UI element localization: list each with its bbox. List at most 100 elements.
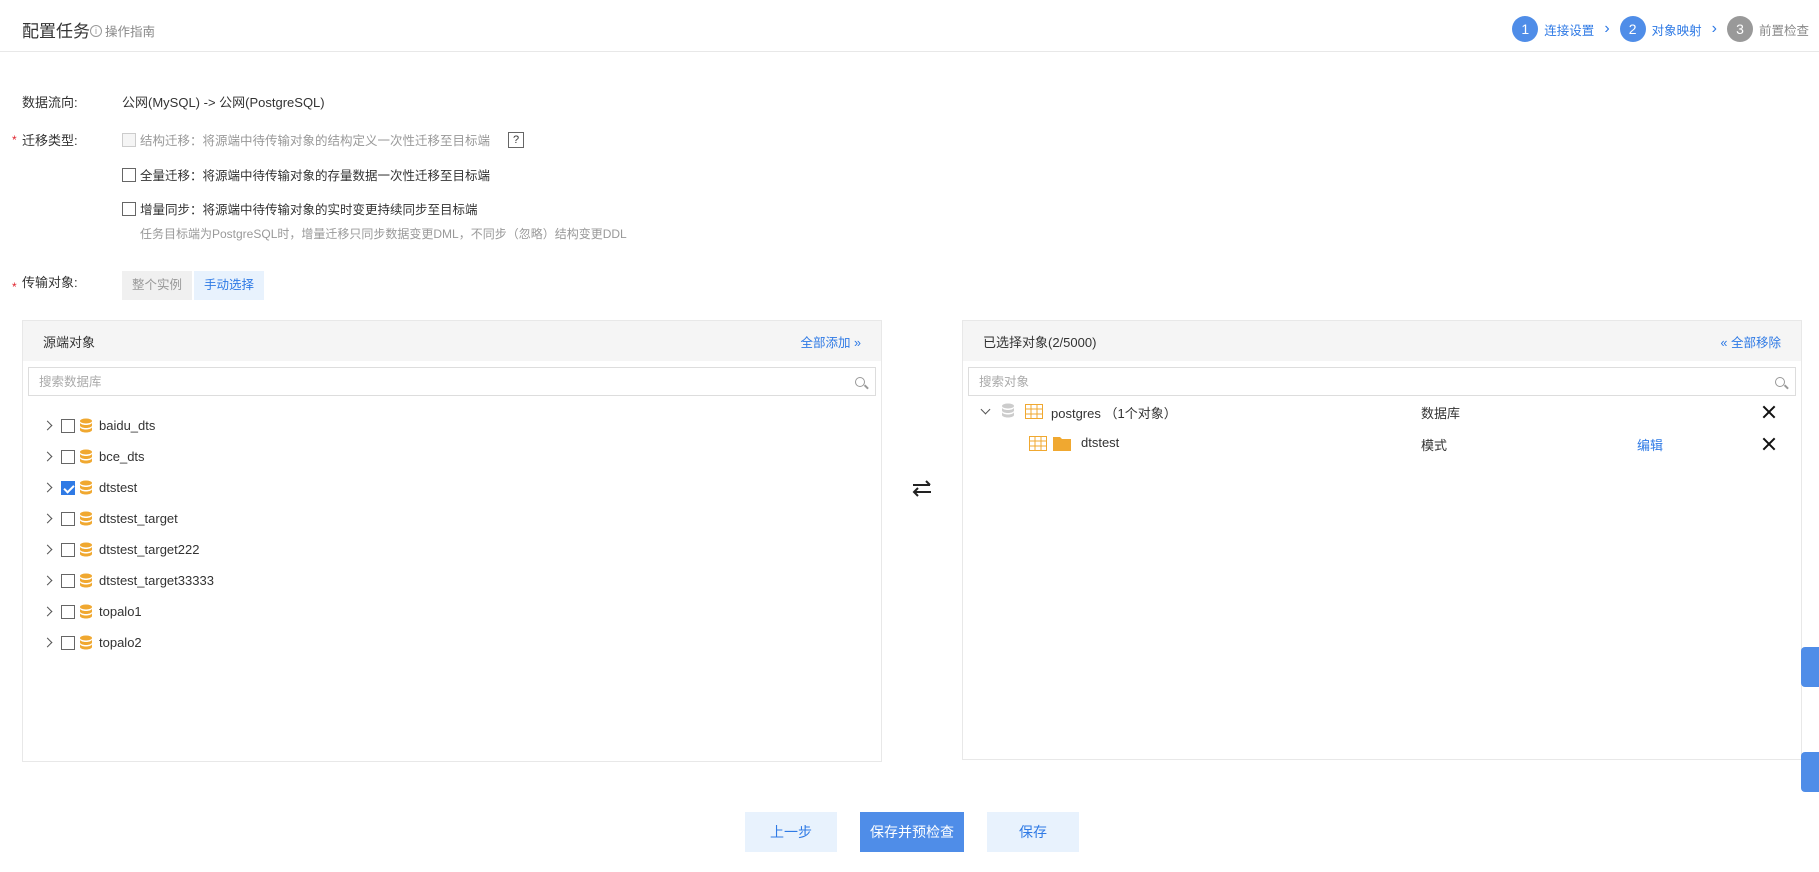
tree-item[interactable]: dtstest_target33333 bbox=[23, 565, 881, 596]
edit-link[interactable]: 编辑 bbox=[1637, 435, 1663, 454]
item-checkbox[interactable] bbox=[61, 635, 75, 650]
tree-item[interactable]: bce_dts bbox=[23, 441, 881, 472]
option-full[interactable]: 全量迁移：将源端中待传输对象的存量数据一次性迁移至目标端 bbox=[122, 165, 490, 184]
remove-all-button[interactable]: « 全部移除 bbox=[1721, 332, 1781, 351]
page-title: 配置任务 bbox=[22, 22, 90, 41]
search-icon[interactable] bbox=[1775, 376, 1785, 387]
info-icon: i bbox=[90, 24, 102, 37]
table-icon bbox=[1029, 436, 1047, 454]
feedback-side-tab[interactable] bbox=[1801, 647, 1819, 687]
chevron-right-icon: › bbox=[1711, 20, 1717, 37]
tree-item[interactable]: topalo1 bbox=[23, 596, 881, 627]
structure-checkbox bbox=[122, 132, 136, 147]
step-connection[interactable]: 1 连接设置 bbox=[1512, 16, 1594, 42]
mode-whole-instance[interactable]: 整个实例 bbox=[122, 271, 193, 300]
item-checkbox[interactable] bbox=[61, 480, 75, 495]
database-icon bbox=[79, 511, 93, 527]
object-mode-selector: 整个实例 手动选择 bbox=[122, 271, 265, 300]
item-name: dtstest_target bbox=[99, 511, 178, 526]
item-name: topalo1 bbox=[99, 604, 142, 619]
step-label: 连接设置 bbox=[1544, 23, 1595, 38]
incremental-checkbox[interactable] bbox=[122, 201, 136, 216]
search-icon[interactable] bbox=[855, 376, 865, 387]
selected-type: 模式 bbox=[1421, 438, 1448, 453]
chevron-right-icon[interactable] bbox=[41, 605, 55, 619]
item-checkbox[interactable] bbox=[61, 604, 75, 619]
tree-item[interactable]: dtstest_target bbox=[23, 503, 881, 534]
tree-item[interactable]: dtstest_target222 bbox=[23, 534, 881, 565]
close-icon[interactable] bbox=[1762, 437, 1776, 451]
option-label: 结构迁移：将源端中待传输对象的结构定义一次性迁移至目标端 bbox=[140, 134, 491, 148]
chevron-right-icon: › bbox=[1604, 20, 1610, 37]
chevron-right-icon[interactable] bbox=[41, 450, 55, 464]
database-icon bbox=[79, 418, 93, 434]
option-structure: 结构迁移：将源端中待传输对象的结构定义一次性迁移至目标端 ? bbox=[122, 130, 525, 149]
guide-link[interactable]: i 操作指南 bbox=[90, 21, 155, 40]
required-mark: * bbox=[12, 133, 17, 147]
flow-value: 公网(MySQL) -> 公网(PostgreSQL) bbox=[122, 95, 325, 110]
item-name: baidu_dts bbox=[99, 418, 156, 433]
item-name: bce_dts bbox=[99, 449, 145, 464]
selected-search-input[interactable] bbox=[979, 374, 1705, 389]
database-icon bbox=[79, 449, 93, 465]
database-icon bbox=[79, 635, 93, 651]
chevron-right-icon[interactable] bbox=[41, 481, 55, 495]
selected-name: dtstest bbox=[1081, 435, 1120, 450]
save-and-check-button[interactable]: 保存并预检查 bbox=[860, 812, 964, 852]
header: 配置任务 i 操作指南 1 连接设置 › 2 对象映射 › 3 前置检查 bbox=[0, 0, 1819, 52]
step-number: 2 bbox=[1619, 16, 1646, 42]
chevron-right-icon[interactable] bbox=[41, 512, 55, 526]
selected-search bbox=[968, 367, 1796, 396]
selected-row: postgres （1个对象） 数据库 bbox=[963, 396, 1801, 428]
selected-panel-header: 已选择对象(2/5000) « 全部移除 bbox=[963, 321, 1801, 361]
tree-item[interactable]: baidu_dts bbox=[23, 410, 881, 441]
item-checkbox[interactable] bbox=[61, 573, 75, 588]
item-checkbox[interactable] bbox=[61, 418, 75, 433]
selected-panel-title: 已选择对象(2/5000) bbox=[983, 334, 1097, 350]
database-icon bbox=[79, 480, 93, 496]
item-name: dtstest_target33333 bbox=[99, 573, 214, 588]
help-icon[interactable]: ? bbox=[508, 131, 525, 148]
source-search-input[interactable] bbox=[39, 374, 783, 389]
step-precheck: 3 前置检查 bbox=[1726, 16, 1809, 42]
selected-panel: 已选择对象(2/5000) « 全部移除 postgres （1个对象） 数据库… bbox=[962, 320, 1802, 760]
item-checkbox[interactable] bbox=[61, 542, 75, 557]
tree-item[interactable]: topalo2 bbox=[23, 627, 881, 658]
migrate-label: 迁移类型: bbox=[22, 133, 78, 148]
incremental-hint: 任务目标端为PostgreSQL时，增量迁移只同步数据变更DML，不同步（忽略）… bbox=[140, 227, 627, 241]
option-incremental[interactable]: 增量同步：将源端中待传输对象的实时变更持续同步至目标端 bbox=[122, 199, 478, 218]
double-chevron-left-icon: « bbox=[1720, 335, 1728, 350]
source-panel-header: 源端对象 全部添加 » bbox=[23, 321, 881, 361]
table-icon bbox=[1025, 404, 1043, 422]
swap-arrows-icon bbox=[910, 478, 934, 500]
chevron-right-icon[interactable] bbox=[41, 636, 55, 650]
selected-type: 数据库 bbox=[1421, 406, 1461, 421]
tree-item[interactable]: dtstest bbox=[23, 472, 881, 503]
chevron-right-icon[interactable] bbox=[41, 543, 55, 557]
remove-all-label: 全部移除 bbox=[1730, 335, 1781, 350]
option-label: 全量迁移：将源端中待传输对象的存量数据一次性迁移至目标端 bbox=[140, 169, 491, 183]
step-mapping[interactable]: 2 对象映射 bbox=[1619, 16, 1702, 42]
full-checkbox[interactable] bbox=[122, 167, 136, 182]
save-button[interactable]: 保存 bbox=[987, 812, 1079, 852]
chevron-right-icon[interactable] bbox=[41, 574, 55, 588]
item-checkbox[interactable] bbox=[61, 449, 75, 464]
flow-label: 数据流向: bbox=[22, 95, 78, 110]
object-label: 传输对象: bbox=[22, 275, 78, 290]
add-all-button[interactable]: 全部添加 » bbox=[801, 332, 861, 351]
mode-manual-select[interactable]: 手动选择 bbox=[194, 271, 265, 300]
close-icon[interactable] bbox=[1762, 405, 1776, 419]
source-search bbox=[28, 367, 876, 396]
chevron-right-icon[interactable] bbox=[41, 419, 55, 433]
item-checkbox[interactable] bbox=[61, 511, 75, 526]
steps: 1 连接设置 › 2 对象映射 › 3 前置检查 bbox=[1512, 16, 1809, 42]
step-label: 前置检查 bbox=[1758, 23, 1809, 38]
help-side-tab[interactable] bbox=[1801, 752, 1819, 792]
required-mark: * bbox=[12, 280, 17, 294]
database-icon bbox=[79, 604, 93, 620]
item-name: dtstest bbox=[99, 480, 138, 495]
database-icon bbox=[79, 573, 93, 589]
prev-button[interactable]: 上一步 bbox=[745, 812, 837, 852]
chevron-down-icon[interactable] bbox=[979, 405, 993, 419]
item-name: dtstest_target222 bbox=[99, 542, 200, 557]
